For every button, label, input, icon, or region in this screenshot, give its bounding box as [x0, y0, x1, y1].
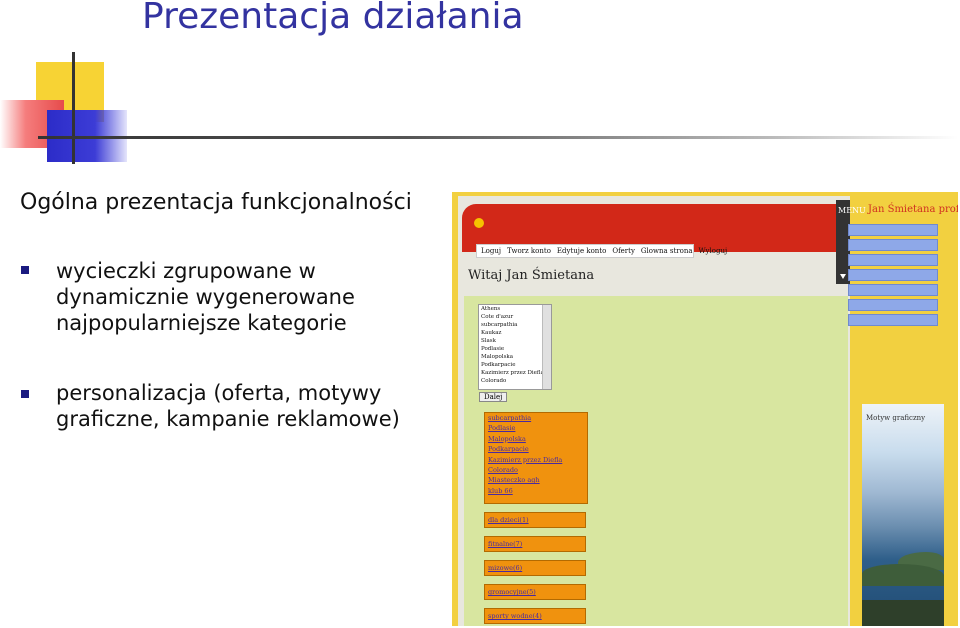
category-link[interactable]: dla dzieci(1) — [484, 512, 586, 528]
category-link[interactable]: gromocyjne(5) — [484, 584, 586, 600]
region-option[interactable]: Podkarpacie — [479, 361, 551, 369]
region-option[interactable]: Malopolska — [479, 353, 551, 361]
region-select-list[interactable]: Athens Cote d'azur subcarpathia Kaukaz S… — [478, 304, 552, 390]
nav-bar: Loguj Tworz konto Edytuje konto Oferty G… — [476, 244, 727, 258]
logo-vertical-line — [72, 52, 75, 164]
profile-menu-item[interactable] — [848, 299, 938, 311]
region-option[interactable]: Cote d'azur — [479, 313, 551, 321]
region-option[interactable]: subcarpathia — [479, 321, 551, 329]
profile-menu-item[interactable] — [848, 314, 938, 326]
category-link[interactable]: fitnalne(7) — [484, 536, 586, 552]
region-link[interactable]: Miasteczko agh — [485, 475, 587, 485]
app-screenshot: Loguj Tworz konto Edytuje konto Oferty G… — [452, 192, 958, 626]
region-link[interactable]: Malopolska — [485, 434, 587, 444]
side-menu-label: MENU — [838, 206, 866, 215]
nav-link-logout[interactable]: Wyloguj — [699, 247, 728, 255]
region-option[interactable]: Kaukaz — [479, 329, 551, 337]
landscape-shore — [862, 600, 944, 626]
region-option[interactable]: Kazimierz przez Diefla — [479, 369, 551, 377]
profile-menu-item[interactable] — [848, 284, 938, 296]
popular-regions-box: subcarpathia Podlasie Malopolska Podkarp… — [484, 412, 588, 504]
nav-link-edit-account[interactable]: Edytuje konto — [557, 247, 606, 255]
region-option[interactable]: Podlasie — [479, 345, 551, 353]
region-link[interactable]: subcarpathia — [485, 413, 587, 423]
title-divider-line — [38, 136, 958, 139]
nav-link-offers[interactable]: Oferty — [612, 247, 635, 255]
category-link[interactable]: mizowe(6) — [484, 560, 586, 576]
profile-menu-item[interactable] — [848, 224, 938, 236]
region-link[interactable]: Podlasie — [485, 423, 587, 433]
category-link[interactable]: sporty wodne(4) — [484, 608, 586, 624]
region-link[interactable]: Podkarpacie — [485, 444, 587, 454]
bullet-marker-icon — [21, 266, 29, 274]
slide-title: Prezentacja działania — [142, 0, 524, 37]
profile-menu-item[interactable] — [848, 254, 938, 266]
app-main-panel: Loguj Tworz konto Edytuje konto Oferty G… — [458, 196, 866, 626]
region-link[interactable]: Kazimierz przez Diefla — [485, 455, 587, 465]
region-link[interactable]: klub 66 — [485, 486, 587, 496]
bullet-marker-icon — [21, 390, 29, 398]
profile-menu-item[interactable] — [848, 269, 938, 281]
welcome-text: Witaj Jan Śmietana — [468, 268, 595, 283]
profile-title: Jan Śmietana profil — [868, 204, 958, 215]
site-logo-icon — [474, 218, 484, 228]
motif-preview[interactable]: Motyw graficzny — [862, 404, 944, 626]
region-option[interactable]: Athens — [479, 305, 551, 313]
region-option[interactable]: Slask — [479, 337, 551, 345]
bullet-text: wycieczki zgrupowane w dynamicznie wygen… — [56, 259, 355, 335]
nav-link-create-account[interactable]: Tworz konto — [507, 247, 551, 255]
nav-link-login[interactable]: Loguj — [481, 247, 501, 255]
nav-link-home[interactable]: Glowna strona — [641, 247, 693, 255]
landscape-island — [862, 564, 944, 586]
motif-label: Motyw graficzny — [866, 414, 926, 422]
bullet-text: personalizacja (oferta, motywy graficzne… — [56, 381, 400, 431]
slide-subtitle: Ogólna prezentacja funkcjonalności — [20, 190, 412, 215]
region-option[interactable]: Colorado — [479, 377, 551, 385]
chevron-down-icon — [840, 274, 846, 279]
region-link[interactable]: Colorado — [485, 465, 587, 475]
profile-menu-item[interactable] — [848, 239, 938, 251]
app-header: Loguj Tworz konto Edytuje konto Oferty G… — [462, 204, 850, 258]
list-scrollbar[interactable] — [542, 305, 551, 389]
content-area: Athens Cote d'azur subcarpathia Kaukaz S… — [464, 296, 848, 626]
dalej-button[interactable]: Dalej — [479, 392, 508, 402]
